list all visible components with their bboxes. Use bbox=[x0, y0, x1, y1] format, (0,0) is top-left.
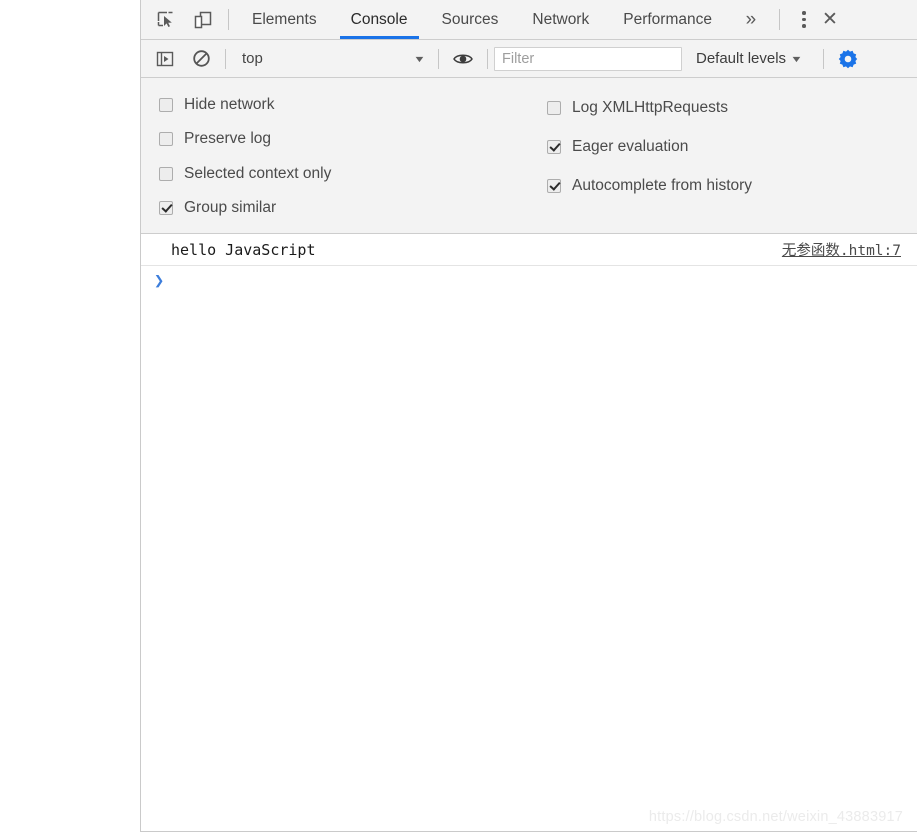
tab-elements[interactable]: Elements bbox=[235, 0, 334, 39]
watermark-text: https://blog.csdn.net/weixin_43883917 bbox=[648, 809, 903, 825]
tab-network[interactable]: Network bbox=[515, 0, 606, 39]
console-sidebar-icon-svg bbox=[156, 51, 174, 66]
setting-hide-network[interactable]: Hide network bbox=[159, 88, 541, 122]
log-level-label: Default levels bbox=[696, 50, 787, 67]
tab-sources[interactable]: Sources bbox=[425, 0, 516, 39]
settings-gear-icon[interactable] bbox=[838, 49, 858, 69]
tab-performance-label: Performance bbox=[623, 10, 712, 28]
kebab-dot-2 bbox=[802, 17, 806, 22]
log-level-chevron-down-icon: ▼ bbox=[790, 53, 803, 64]
console-sidebar-icon[interactable] bbox=[147, 50, 183, 68]
group-similar-checkbox[interactable] bbox=[159, 200, 173, 215]
setting-log-xhr[interactable]: Log XMLHttpRequests bbox=[547, 88, 752, 127]
kebab-dot-3 bbox=[802, 24, 806, 28]
tabbar-divider bbox=[228, 9, 229, 30]
log-xhr-label: Log XMLHttpRequests bbox=[572, 98, 728, 116]
eye-icon-svg bbox=[453, 54, 473, 63]
console-message-text: hello JavaScript bbox=[171, 240, 316, 259]
toolbar-divider-4 bbox=[822, 48, 824, 69]
console-settings-left-column: Hide network Preserve log Selected conte… bbox=[141, 88, 541, 225]
close-icon-glyph: ✕ bbox=[821, 9, 838, 30]
setting-selected-context-only[interactable]: Selected context only bbox=[159, 157, 541, 191]
chevron-down-icon: ▼ bbox=[413, 53, 427, 64]
console-message-row[interactable]: hello JavaScript 无参函数.html:7 bbox=[141, 234, 917, 266]
close-icon[interactable]: ✕ bbox=[822, 0, 852, 39]
toolbar-divider-3 bbox=[487, 48, 488, 69]
console-message-source-link[interactable]: 无参函数.html:7 bbox=[782, 239, 901, 260]
clear-console-icon-svg bbox=[192, 50, 210, 67]
inspect-cursor-icon-svg bbox=[157, 11, 172, 27]
devtools-panel: Elements Console Sources Network Perform… bbox=[140, 0, 917, 832]
hide-network-label: Hide network bbox=[184, 96, 275, 114]
devtools-tabbar: Elements Console Sources Network Perform… bbox=[141, 0, 917, 40]
toolbar-divider-1 bbox=[225, 48, 226, 69]
tabbar-divider-right bbox=[778, 9, 780, 30]
console-settings-right-column: Log XMLHttpRequests Eager evaluation Aut… bbox=[541, 88, 752, 225]
log-xhr-checkbox[interactable] bbox=[547, 100, 561, 115]
selected-context-only-label: Selected context only bbox=[184, 164, 332, 182]
prompt-chevron-icon: ❯ bbox=[154, 270, 165, 291]
tab-performance[interactable]: Performance bbox=[606, 0, 729, 39]
eager-evaluation-checkbox[interactable] bbox=[547, 139, 561, 154]
device-toolbar-icon-svg bbox=[194, 11, 212, 28]
group-similar-label: Group similar bbox=[184, 198, 277, 216]
tab-console-label: Console bbox=[350, 10, 408, 28]
hide-network-checkbox[interactable] bbox=[159, 98, 173, 113]
more-tabs-label: » bbox=[745, 8, 757, 30]
console-filter-input[interactable] bbox=[494, 46, 682, 71]
kebab-dot-1 bbox=[802, 11, 806, 15]
execution-context-selector[interactable]: top ▼ bbox=[232, 46, 432, 72]
screenshot-root: Elements Console Sources Network Perform… bbox=[0, 0, 917, 839]
console-toolbar: top ▼ Default levels ▼ bbox=[141, 40, 917, 78]
setting-preserve-log[interactable]: Preserve log bbox=[159, 122, 541, 156]
autocomplete-from-history-label: Autocomplete from history bbox=[572, 176, 753, 194]
console-prompt[interactable]: ❯ bbox=[141, 266, 917, 296]
kebab-menu-icon[interactable] bbox=[786, 0, 822, 39]
preserve-log-checkbox[interactable] bbox=[159, 132, 173, 147]
setting-autocomplete-from-history[interactable]: Autocomplete from history bbox=[547, 166, 752, 205]
setting-eager-evaluation[interactable]: Eager evaluation bbox=[547, 127, 752, 166]
console-settings-pane: Hide network Preserve log Selected conte… bbox=[141, 78, 917, 234]
tab-network-label: Network bbox=[532, 10, 590, 28]
toolbar-divider-2 bbox=[438, 48, 439, 69]
live-expression-eye-icon[interactable] bbox=[445, 52, 481, 66]
execution-context-value: top bbox=[242, 50, 263, 67]
device-toolbar-icon[interactable] bbox=[184, 0, 222, 39]
tab-console[interactable]: Console bbox=[334, 0, 425, 39]
preserve-log-label: Preserve log bbox=[184, 130, 272, 148]
clear-console-icon[interactable] bbox=[183, 49, 219, 68]
log-level-selector[interactable]: Default levels ▼ bbox=[696, 50, 803, 67]
tab-elements-label: Elements bbox=[252, 10, 317, 28]
eager-evaluation-label: Eager evaluation bbox=[572, 137, 689, 155]
selected-context-only-checkbox[interactable] bbox=[159, 166, 173, 181]
setting-group-similar[interactable]: Group similar bbox=[159, 191, 541, 225]
more-tabs-icon[interactable]: » bbox=[729, 0, 773, 39]
inspect-cursor-icon[interactable] bbox=[146, 0, 184, 39]
autocomplete-from-history-checkbox[interactable] bbox=[547, 178, 561, 193]
console-empty-space bbox=[141, 296, 917, 831]
tab-sources-label: Sources bbox=[441, 10, 499, 28]
console-output-area: hello JavaScript 无参函数.html:7 ❯ https://b… bbox=[141, 234, 917, 831]
settings-gear-icon-svg bbox=[838, 49, 858, 68]
